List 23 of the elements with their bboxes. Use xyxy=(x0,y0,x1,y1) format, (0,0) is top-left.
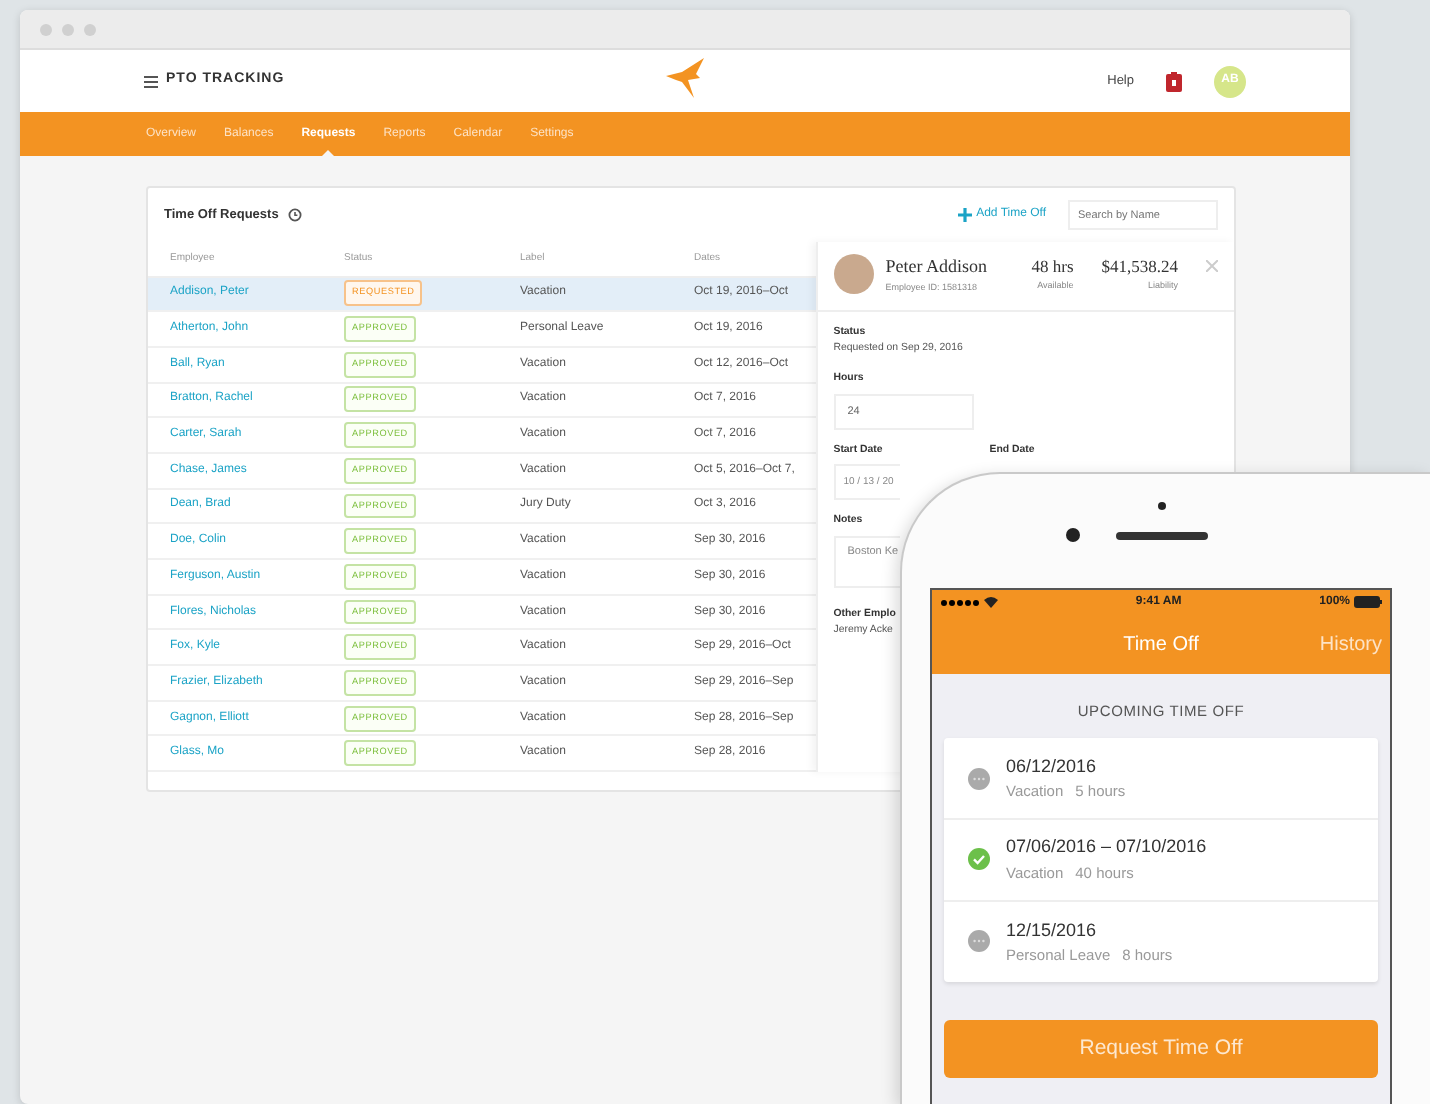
speaker-slot xyxy=(1116,532,1208,540)
window-dot xyxy=(62,23,74,35)
stat-value: $41,538.24 xyxy=(1101,254,1178,280)
screen-title: Time Off xyxy=(1123,631,1199,659)
history-button[interactable]: History xyxy=(1319,629,1382,659)
window-dot xyxy=(84,23,96,35)
menu-icon[interactable] xyxy=(144,75,158,87)
stat-value: 48 hrs xyxy=(1031,254,1074,280)
signal-icon xyxy=(940,597,980,607)
sensor-dot xyxy=(1158,502,1166,510)
plus-icon xyxy=(958,208,973,222)
employee-name: Peter Addison xyxy=(885,254,987,280)
clock-icon[interactable] xyxy=(288,208,303,222)
battery-icon xyxy=(1354,596,1382,608)
window-dot xyxy=(40,23,52,35)
time-off-date: 06/12/2016 xyxy=(1006,753,1099,780)
camera-dot xyxy=(1066,528,1080,542)
clipboard-icon[interactable] xyxy=(1166,71,1182,91)
time-off-date: 12/15/2016 xyxy=(1006,917,1099,944)
photo-placeholder xyxy=(833,254,874,294)
request-time-off-button[interactable]: Request Time Off xyxy=(944,1020,1378,1079)
wifi-icon xyxy=(984,596,998,608)
time-off-date: 07/06/2016 – 07/10/2016 xyxy=(1006,834,1207,861)
